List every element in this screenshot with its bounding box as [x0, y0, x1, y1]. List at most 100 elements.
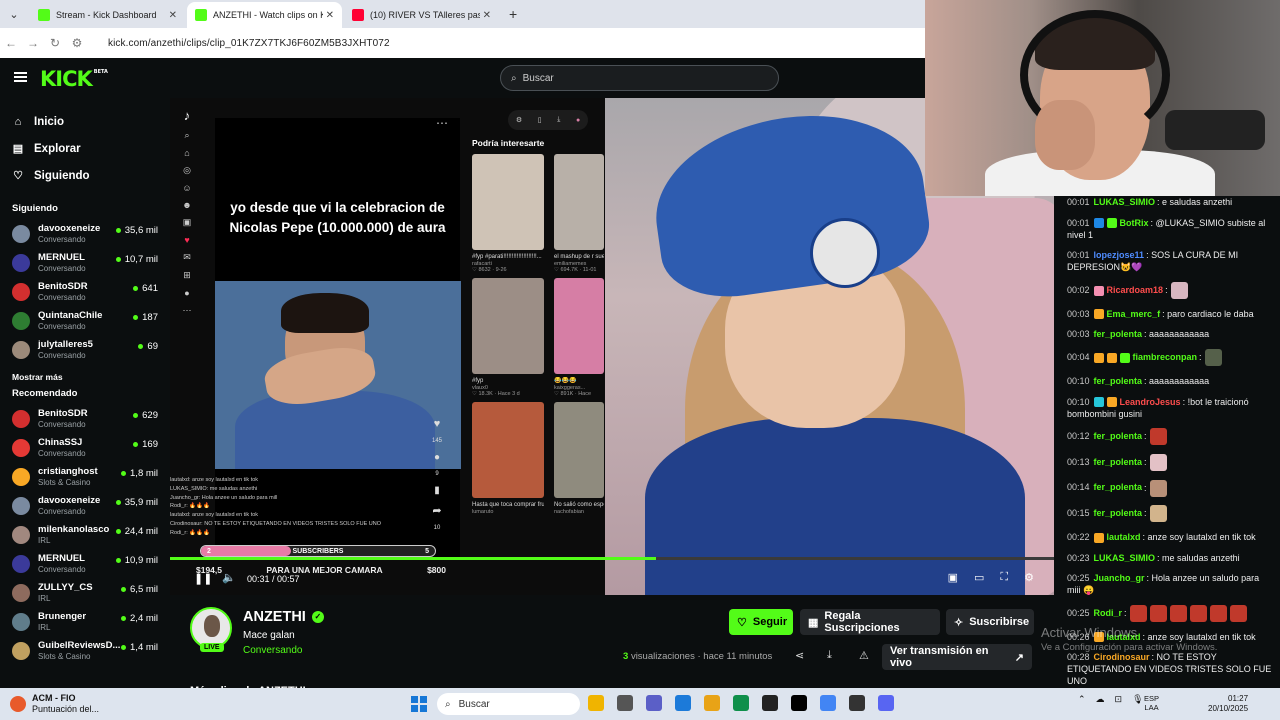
theater-mode-icon[interactable]: ▭	[974, 571, 984, 584]
chat-username[interactable]: lautalxd	[1107, 532, 1141, 542]
tab-youtube-river[interactable]: (10) RIVER VS TAlleres paso a pa ✕	[344, 2, 499, 28]
menu-icon[interactable]	[14, 72, 27, 82]
channel-name: davooxeneize	[38, 222, 101, 234]
chat-username[interactable]: fer_polenta	[1094, 482, 1143, 492]
report-icon[interactable]: ⚠	[859, 649, 869, 662]
channel-row[interactable]: GuibelReviewsD... Slots & Casino 1,4 mil	[0, 636, 170, 665]
channel-row[interactable]: BenitoSDR Conversando 641	[0, 277, 170, 306]
chat-username[interactable]: BotRix	[1120, 218, 1149, 228]
settings-icon[interactable]: ⚙	[1024, 571, 1034, 584]
site-info-icon[interactable]: ⚙	[66, 36, 88, 50]
forward-arrow-icon[interactable]: →	[22, 36, 44, 50]
reload-icon[interactable]: ↻	[44, 36, 66, 50]
taskbar-app-icon[interactable]	[820, 695, 836, 711]
close-icon[interactable]: ✕	[483, 10, 491, 21]
chat-username[interactable]: fer_polenta	[1094, 508, 1143, 518]
taskbar-app-icon[interactable]	[878, 695, 894, 711]
widgets-button[interactable]: ACM - FIO Puntuación del...	[10, 693, 99, 715]
tab-search-icon[interactable]: ⌄	[0, 0, 28, 28]
chat-username[interactable]: Cirodinosaur	[1094, 652, 1150, 662]
channel-row[interactable]: cristianghost Slots & Casino 1,8 mil	[0, 462, 170, 491]
new-tab-button[interactable]: +	[509, 6, 517, 22]
channel-name[interactable]: ANZETHI	[243, 609, 306, 625]
kick-logo[interactable]: KICK BETA	[40, 67, 108, 91]
channel-row[interactable]: julytalleres5 Conversando 69	[0, 335, 170, 364]
subscribe-button[interactable]: ✧ Suscribirse	[946, 609, 1034, 635]
chat-username[interactable]: Ricardoam18	[1107, 285, 1164, 295]
follow-button[interactable]: ♡ Seguir	[729, 609, 793, 635]
mic-icon[interactable]: 🎙	[1132, 694, 1143, 705]
taskbar-search[interactable]: ⌕ Buscar	[437, 693, 580, 715]
fullscreen-icon[interactable]: ⛶	[1000, 571, 1008, 584]
microphone-shape	[1165, 110, 1265, 150]
tab-anzethi-clips[interactable]: ANZETHI - Watch clips on Kick ✕	[187, 2, 342, 28]
close-icon[interactable]: ✕	[169, 10, 177, 21]
seek-bar[interactable]	[170, 557, 1054, 560]
channel-row[interactable]: MERNUEL Conversando 10,9 mil	[0, 549, 170, 578]
channel-row[interactable]: MERNUEL Conversando 10,7 mil	[0, 248, 170, 277]
chat-username[interactable]: LUKAS_SIMIO	[1094, 553, 1156, 563]
download-icon[interactable]: ⤓	[827, 649, 832, 662]
chat-username[interactable]: fer_polenta	[1094, 457, 1143, 467]
tab-kick-dashboard[interactable]: Stream - Kick Dashboard ✕	[30, 2, 185, 28]
video-thumbnail	[554, 278, 604, 374]
system-clock[interactable]: 01:27 20/10/2025	[1208, 694, 1248, 714]
channel-row[interactable]: davooxeneize Conversando 35,9 mil	[0, 491, 170, 520]
badge-icon	[1106, 352, 1117, 363]
url-field[interactable]: kick.com/anzethi/clips/clip_01K7ZX7TKJ6F…	[108, 38, 390, 49]
category-link[interactable]: Conversando	[243, 645, 302, 656]
watch-live-button[interactable]: Ver transmisión en vivo ↗	[882, 644, 1032, 670]
volume-icon[interactable]: 🔈	[222, 571, 236, 584]
nav-siguiendo[interactable]: ♡ Siguiendo	[0, 162, 170, 189]
chat-username[interactable]: LeandroJesus	[1120, 397, 1181, 407]
taskbar-app-icon[interactable]	[588, 695, 604, 711]
overlay-chat-line: lautalxd: anze soy lautalxd en tik tok	[170, 477, 259, 483]
channel-row[interactable]: BenitoSDR Conversando 629	[0, 404, 170, 433]
chat-text: : anze soy lautalxd en tik tok	[1142, 631, 1256, 642]
pause-icon[interactable]: ❚❚	[194, 572, 212, 585]
channel-row[interactable]: ZULLYY_CS IRL 6,5 mil	[0, 578, 170, 607]
chat-username[interactable]: Juancho_gr	[1094, 573, 1145, 583]
chat-username[interactable]: fer_polenta	[1094, 376, 1143, 386]
pip-icon[interactable]: ▣	[948, 571, 958, 584]
share-icon[interactable]: ⋖	[795, 649, 804, 662]
video-player[interactable]: ♪ ⌕ ⌂ ◎ ☺ ☻ ▣ ♥ ✉ ⊞ ● ⋯ ⋯ yo desde que v…	[170, 98, 1054, 595]
hair-shape	[281, 293, 369, 333]
language-indicator[interactable]: ESP LAA	[1144, 694, 1159, 712]
channel-row[interactable]: QuintanaChile Conversando 187	[0, 306, 170, 335]
chat-username[interactable]: lopezjose11	[1094, 250, 1145, 260]
gift-subs-button[interactable]: ▦ Regala Suscripciones	[800, 609, 940, 635]
show-more-link[interactable]: Mostrar más	[0, 372, 170, 382]
chat-username[interactable]: Rodi_r	[1094, 608, 1123, 618]
channel-row[interactable]: Brunenger IRL 2,4 mil	[0, 607, 170, 636]
windows-start-icon[interactable]	[411, 696, 427, 712]
taskbar-app-icon[interactable]	[791, 695, 807, 711]
network-icon[interactable]: ⊡	[1115, 694, 1123, 705]
nav-inicio[interactable]: ⌂ Inicio	[0, 108, 170, 135]
chat-username[interactable]: LUKAS_SIMIO	[1094, 197, 1156, 207]
chevron-up-icon[interactable]: ⌃	[1078, 694, 1086, 705]
taskbar-app-icon[interactable]	[675, 695, 691, 711]
back-arrow-icon[interactable]: ←	[0, 36, 22, 50]
chat-username[interactable]: fer_polenta	[1094, 431, 1143, 441]
chat-username[interactable]: Ema_merc_f	[1107, 309, 1161, 319]
taskbar-app-icon[interactable]	[646, 695, 662, 711]
taskbar-app-icon[interactable]	[617, 695, 633, 711]
channel-row[interactable]: ChinaSSJ Conversando 169	[0, 433, 170, 462]
taskbar-app-icon[interactable]	[849, 695, 865, 711]
cloud-icon[interactable]: ☁	[1096, 694, 1105, 705]
following-heading: Siguiendo	[12, 203, 58, 214]
nav-explorar[interactable]: ▤ Explorar	[0, 135, 170, 162]
windows-taskbar: ACM - FIO Puntuación del... ⌕ Buscar ⌃ ☁…	[0, 688, 1280, 720]
search-input[interactable]: ⌕ Buscar	[500, 65, 779, 91]
chat-username[interactable]: fer_polenta	[1094, 329, 1143, 339]
chat-username[interactable]: fiambreconpan	[1133, 352, 1198, 362]
channel-name: julytalleres5	[38, 338, 93, 350]
channel-row[interactable]: davooxeneize Conversando 35,6 mil	[0, 219, 170, 248]
chat-message: 00:28 Cirodinosaur: NO TE ESTOY ETIQUETAN…	[1067, 651, 1272, 687]
close-icon[interactable]: ✕	[326, 10, 334, 21]
taskbar-app-icon[interactable]	[704, 695, 720, 711]
taskbar-app-icon[interactable]	[762, 695, 778, 711]
channel-row[interactable]: milenkanolasco IRL 24,4 mil	[0, 520, 170, 549]
taskbar-app-icon[interactable]	[733, 695, 749, 711]
